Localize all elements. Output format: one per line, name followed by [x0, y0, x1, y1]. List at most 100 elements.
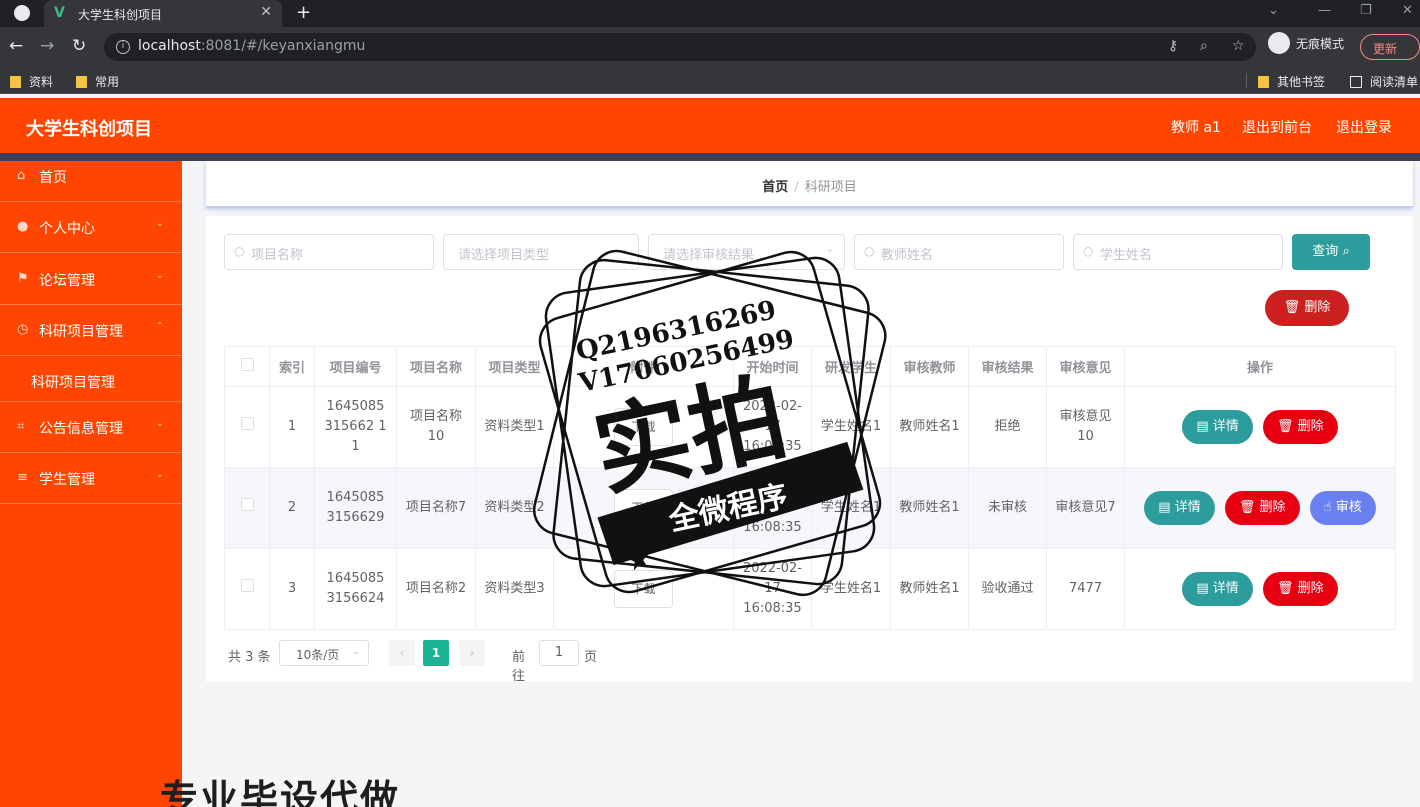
back-arrow-icon[interactable]: ← — [9, 36, 23, 56]
project-type-select[interactable]: 请选择项目类型 ⌄ — [443, 234, 639, 270]
cell-student: 学生姓名1 — [811, 467, 891, 549]
goto-label: 前往 — [512, 650, 526, 684]
zoom-icon[interactable]: ⌕ — [1200, 38, 1208, 54]
cell-result: 拒绝 — [968, 386, 1047, 468]
window-close-icon[interactable]: ✕ — [1402, 3, 1413, 18]
url-field[interactable]: i localhost:8081/#/keyanxiangmu ⚷ ⌕ ☆ — [104, 33, 1256, 61]
column-header: 研发学生 — [811, 346, 891, 387]
forward-arrow-icon[interactable]: → — [40, 36, 54, 56]
search-icon: ○ — [864, 244, 875, 258]
cell-start: 2022-02-17 16:08:35 — [733, 548, 812, 630]
student-name-input[interactable]: ○ 学生姓名 — [1073, 234, 1283, 270]
checkbox[interactable] — [240, 358, 254, 371]
bookmark-folder[interactable]: 资料 — [10, 73, 53, 90]
query-button[interactable]: 查询 ⌕ — [1292, 234, 1370, 270]
other-bookmarks[interactable]: 其他书签 — [1258, 73, 1325, 90]
header-select-all[interactable] — [224, 346, 270, 387]
bookmark-folder[interactable]: 常用 — [76, 73, 119, 90]
back-to-front-link[interactable]: 退出到前台 — [1242, 117, 1312, 137]
breadcrumb-home[interactable]: 首页 — [762, 180, 788, 195]
cell-opinion: 审核意见7 — [1046, 467, 1125, 549]
folder-icon — [76, 76, 87, 88]
cell-index: 3 — [269, 548, 315, 630]
reading-list-icon — [1350, 76, 1362, 88]
table-row: 2 16450853156629 项目名称7 资料类型2 下载 2022-02-… — [224, 467, 1396, 549]
thumb-up-icon: ☝ — [1323, 500, 1332, 515]
chevron-down-icon: ⌄ — [825, 244, 834, 255]
detail-button[interactable]: ▤ 详情 — [1144, 491, 1215, 525]
chevron-down-icon[interactable]: ⌄ — [1268, 3, 1279, 18]
update-button[interactable]: 更新 — [1360, 34, 1420, 60]
close-icon[interactable]: ✕ — [260, 4, 272, 20]
globe-icon[interactable] — [14, 5, 30, 21]
cell-attachment: 下载 — [553, 467, 734, 549]
download-button[interactable]: 下载 — [614, 570, 673, 608]
star-icon[interactable]: ☆ — [1232, 38, 1245, 54]
folder-icon — [1258, 76, 1269, 88]
cell-opinion: 审核意见10 — [1046, 386, 1125, 468]
goto-page-input[interactable]: 1 — [539, 640, 579, 666]
page-number-current[interactable]: 1 — [423, 640, 449, 666]
delete-button[interactable]: 🗑 删除 — [1262, 410, 1338, 444]
cell-student: 学生姓名1 — [811, 386, 891, 468]
cell-actions: ▤ 详情 🗑 删除 ☝ 审核 — [1124, 467, 1396, 549]
audit-button[interactable]: ☝ 审核 — [1309, 491, 1376, 525]
pagination-total: 共 3 条 — [228, 650, 271, 665]
search-icon: ⌕ — [1342, 244, 1350, 259]
cell-code: 16450853156629 — [314, 467, 397, 549]
new-tab-plus-icon[interactable]: + — [296, 2, 311, 23]
bottom-watermark: 专业毕设代做 — [160, 777, 401, 807]
reload-icon[interactable]: ↻ — [72, 36, 86, 56]
sidebar: ⌂ 首页 ● 个人中心 ⌄ ⚑ 论坛管理 ⌄ ◷ 科研项目管理 ⌃ 科研项目管理… — [0, 161, 182, 807]
column-header: 操作 — [1124, 346, 1396, 387]
project-name-input[interactable]: ○ 项目名称 — [224, 234, 434, 270]
sidebar-item-research[interactable]: ◷ 科研项目管理 ⌃ — [0, 305, 182, 356]
teacher-name-input[interactable]: ○ 教师姓名 — [854, 234, 1064, 270]
minimize-icon[interactable]: — — [1318, 3, 1331, 18]
download-button[interactable]: 下载 — [614, 408, 673, 446]
next-page-button[interactable]: › — [459, 640, 485, 666]
audit-result-select[interactable]: 请选择审核结果 ⌄ — [648, 234, 845, 270]
clock-icon: ◷ — [17, 322, 29, 337]
chevron-down-icon: ⌄ — [155, 218, 164, 229]
search-icon: ○ — [234, 244, 245, 258]
sidebar-item-notice[interactable]: ⌗ 公告信息管理 ⌄ — [0, 402, 182, 453]
sidebar-item-forum[interactable]: ⚑ 论坛管理 ⌄ — [0, 254, 182, 305]
cell-teacher: 教师姓名1 — [890, 467, 969, 549]
cell-index: 2 — [269, 467, 315, 549]
reading-list[interactable]: 阅读清单 — [1350, 73, 1418, 90]
home-icon: ⌂ — [17, 168, 26, 183]
trash-icon: 🗑 — [1238, 500, 1256, 515]
key-icon[interactable]: ⚷ — [1168, 38, 1178, 54]
browser-tab[interactable]: V 大学生科创项目 ✕ — [44, 0, 282, 27]
delete-button[interactable]: 🗑 删除 — [1262, 572, 1338, 606]
cell-index: 1 — [269, 386, 315, 468]
info-icon[interactable]: i — [116, 40, 130, 54]
content-card: ○ 项目名称 请选择项目类型 ⌄ 请选择审核结果 ⌄ ○ 教师姓名 ○ 学生姓名… — [206, 216, 1413, 684]
cell-attachment: 下载 — [553, 548, 734, 630]
cell-result: 未审核 — [968, 467, 1047, 549]
trash-icon: 🗑 — [1276, 581, 1294, 596]
flag-icon: ⚑ — [17, 271, 29, 286]
logout-link[interactable]: 退出登录 — [1336, 117, 1392, 137]
page-size-select[interactable]: 10条/页 ⌄ — [279, 640, 369, 666]
sidebar-item-profile[interactable]: ● 个人中心 ⌄ — [0, 202, 182, 253]
crop-icon: ⌗ — [17, 419, 25, 434]
sidebar-item-home[interactable]: ⌂ 首页 — [0, 151, 182, 202]
sidebar-item-students[interactable]: ≡ 学生管理 ⌄ — [0, 453, 182, 504]
download-button[interactable]: 下载 — [614, 489, 673, 527]
cell-code: 16450853156624 — [314, 548, 397, 630]
sidebar-subitem-research[interactable]: 科研项目管理 — [0, 362, 182, 402]
incognito-indicator[interactable]: 无痕模式 — [1268, 31, 1344, 54]
url-text: localhost:8081/#/keyanxiangmu — [138, 38, 366, 54]
delete-button[interactable]: 🗑 删除 — [1224, 491, 1300, 525]
detail-button[interactable]: ▤ 详情 — [1182, 410, 1253, 444]
row-checkbox[interactable] — [240, 579, 254, 592]
row-checkbox[interactable] — [240, 498, 254, 511]
batch-delete-button[interactable]: 🗑 删除 — [1265, 290, 1349, 326]
detail-button[interactable]: ▤ 详情 — [1182, 572, 1253, 606]
column-header: 开始时间 — [733, 346, 812, 387]
row-checkbox[interactable] — [240, 417, 254, 430]
prev-page-button[interactable]: ‹ — [389, 640, 415, 666]
restore-icon[interactable]: ❐ — [1360, 3, 1372, 18]
